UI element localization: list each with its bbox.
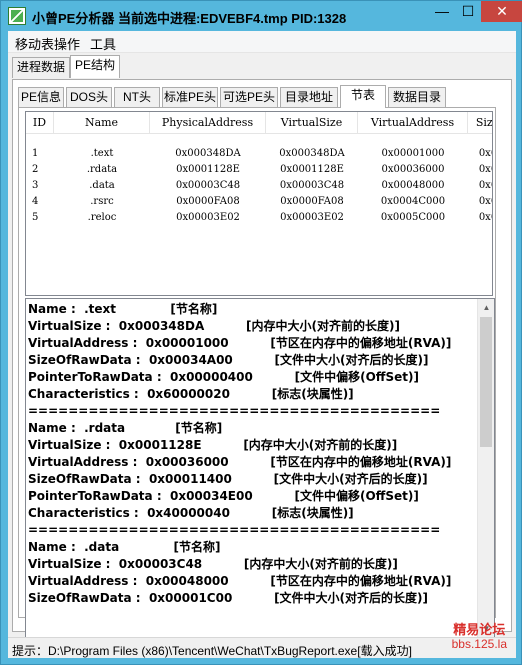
detail-line: Name : .rdata [节名称] xyxy=(28,421,223,435)
title-bar[interactable]: 小曾PE分析器 当前选中进程:EDVEBF4.tmp PID:1328 — ☐ … xyxy=(1,1,522,31)
main-window: 小曾PE分析器 当前选中进程:EDVEBF4.tmp PID:1328 — ☐ … xyxy=(0,0,522,665)
watermark-line2: bbs.125.la xyxy=(451,637,507,651)
detail-line: Name : .text [节名称] xyxy=(28,302,218,316)
cell-virtual-address: 0x00001000 xyxy=(381,148,445,159)
table-row[interactable]: 3 .data 0x00003C48 0x00003C48 0x00048000… xyxy=(26,178,492,194)
table-row[interactable]: 5 .reloc 0x00003E02 0x00003E02 0x0005C00… xyxy=(26,210,492,226)
column-header-id[interactable]: ID xyxy=(26,112,54,134)
detail-line: VirtualAddress : 0x00048000 [节区在内存中的偏移地址… xyxy=(28,574,452,588)
detail-line: Characteristics : 0x60000020 [标志(块属性)] xyxy=(28,387,354,401)
column-header-physical-address[interactable]: PhysicalAddress xyxy=(150,112,266,134)
app-icon xyxy=(8,7,26,25)
cell-name: .text xyxy=(90,148,114,159)
cell-id: 4 xyxy=(32,196,39,207)
cell-virtual-size: 0x000348DA xyxy=(279,148,345,159)
cell-id: 3 xyxy=(32,180,39,191)
detail-line: SizeOfRawData : 0x00011400 [文件中大小(对齐后的长度… xyxy=(28,472,428,486)
cell-size: 0x0 xyxy=(478,196,492,207)
section-table-list[interactable]: ID Name PhysicalAddress VirtualSize Virt… xyxy=(25,111,493,296)
vertical-scrollbar[interactable]: ▲ ▼ xyxy=(477,299,494,637)
tab-nt-header[interactable]: NT头 xyxy=(114,87,160,108)
cell-id: 5 xyxy=(32,212,39,223)
detail-line: VirtualSize : 0x00003C48 [内存中大小(对齐前的长度)] xyxy=(28,557,398,571)
cell-physical-address: 0x0001128E xyxy=(176,164,240,175)
cell-size: 0x0 xyxy=(478,180,492,191)
minimize-button[interactable]: — xyxy=(429,1,455,22)
tab-pe-info[interactable]: PE信息 xyxy=(18,87,64,108)
cell-id: 2 xyxy=(32,164,39,175)
column-header-size[interactable]: Size xyxy=(468,112,492,134)
cell-id: 1 xyxy=(32,148,39,159)
status-text: 提示：D:\Program Files (x86)\Tencent\WeChat… xyxy=(12,644,412,658)
detail-line: Characteristics : 0x40000040 [标志(块属性)] xyxy=(28,506,354,520)
close-button[interactable]: ✕ xyxy=(481,1,522,22)
tab-directory-address[interactable]: 目录地址 xyxy=(280,87,338,108)
tab-data-directory[interactable]: 数据目录 xyxy=(388,87,446,108)
tab-section-table[interactable]: 节表 xyxy=(340,85,386,108)
cell-physical-address: 0x0000FA08 xyxy=(176,196,240,207)
table-row[interactable]: 4 .rsrc 0x0000FA08 0x0000FA08 0x0004C000… xyxy=(26,194,492,210)
tab-process-data[interactable]: 进程数据 xyxy=(12,57,70,78)
cell-physical-address: 0x00003C48 xyxy=(175,180,241,191)
detail-line: VirtualAddress : 0x00001000 [节区在内存中的偏移地址… xyxy=(28,336,452,350)
detail-line: Name : .data [节名称] xyxy=(28,540,221,554)
cell-virtual-size: 0x00003E02 xyxy=(280,212,344,223)
menu-bar: 移动表操作 工具 xyxy=(8,31,516,53)
cell-virtual-size: 0x0001128E xyxy=(280,164,344,175)
cell-name: .rsrc xyxy=(90,196,114,207)
maximize-button[interactable]: ☐ xyxy=(455,1,481,22)
detail-line: SizeOfRawData : 0x00001C00 [文件中大小(对齐后的长度… xyxy=(28,591,429,605)
cell-virtual-address: 0x00048000 xyxy=(381,180,445,191)
detail-line: VirtualAddress : 0x00036000 [节区在内存中的偏移地址… xyxy=(28,455,452,469)
cell-virtual-address: 0x00036000 xyxy=(381,164,445,175)
tab-dos-header[interactable]: DOS头 xyxy=(66,87,112,108)
cell-physical-address: 0x00003E02 xyxy=(176,212,240,223)
client-area: 移动表操作 工具 进程数据 PE结构 PE信息 DOS头 NT头 标准PE头 可… xyxy=(8,31,516,658)
menu-tools[interactable]: 工具 xyxy=(90,34,116,53)
detail-line: SizeOfRawData : 0x00034A00 [文件中大小(对齐后的长度… xyxy=(28,353,429,367)
detail-line: PointerToRawData : 0x00034E00 [文件中偏移(Off… xyxy=(28,489,419,503)
forum-watermark: 精易论坛 bbs.125.la xyxy=(451,622,507,652)
status-bar: 提示：D:\Program Files (x86)\Tencent\WeChat… xyxy=(8,637,516,658)
cell-virtual-address: 0x0005C000 xyxy=(380,212,446,223)
separator-line: ========================================… xyxy=(28,523,441,537)
cell-name: .data xyxy=(89,180,115,191)
watermark-line1: 精易论坛 xyxy=(453,622,506,637)
detail-line: VirtualSize : 0x0001128E [内存中大小(对齐前的长度)] xyxy=(28,438,398,452)
cell-virtual-size: 0x0000FA08 xyxy=(280,196,344,207)
cell-virtual-size: 0x00003C48 xyxy=(279,180,345,191)
cell-name: .reloc xyxy=(87,212,117,223)
tab-optional-pe-header[interactable]: 可选PE头 xyxy=(220,87,278,108)
cell-size: 0x0 xyxy=(478,148,492,159)
tab-standard-pe-header[interactable]: 标准PE头 xyxy=(162,87,218,108)
column-header-virtual-size[interactable]: VirtualSize xyxy=(266,112,358,134)
detail-line: PointerToRawData : 0x00000400 [文件中偏移(Off… xyxy=(28,370,420,384)
cell-size: 0x0 xyxy=(478,164,492,175)
list-header: ID Name PhysicalAddress VirtualSize Virt… xyxy=(26,112,492,134)
section-details-text: Name : .text [节名称] VirtualSize : 0x00034… xyxy=(28,301,478,607)
cell-physical-address: 0x000348DA xyxy=(175,148,241,159)
table-row[interactable]: 1 .text 0x000348DA 0x000348DA 0x00001000… xyxy=(26,146,492,162)
cell-name: .rdata xyxy=(86,164,118,175)
detail-line: VirtualSize : 0x000348DA [内存中大小(对齐前的长度)] xyxy=(28,319,400,333)
cell-size: 0x0 xyxy=(478,212,492,223)
tab-pe-structure[interactable]: PE结构 xyxy=(70,55,120,78)
section-details-textbox[interactable]: Name : .text [节名称] VirtualSize : 0x00034… xyxy=(25,298,495,638)
scrollbar-thumb[interactable] xyxy=(480,317,492,447)
window-title: 小曾PE分析器 当前选中进程:EDVEBF4.tmp PID:1328 xyxy=(32,11,347,26)
column-header-virtual-address[interactable]: VirtualAddress xyxy=(358,112,468,134)
cell-virtual-address: 0x0004C000 xyxy=(380,196,446,207)
menu-table-ops[interactable]: 移动表操作 xyxy=(15,34,80,53)
table-row[interactable]: 2 .rdata 0x0001128E 0x0001128E 0x0003600… xyxy=(26,162,492,178)
scroll-up-arrow-icon[interactable]: ▲ xyxy=(478,299,494,316)
separator-line: ========================================… xyxy=(28,404,441,418)
column-header-name[interactable]: Name xyxy=(54,112,150,134)
